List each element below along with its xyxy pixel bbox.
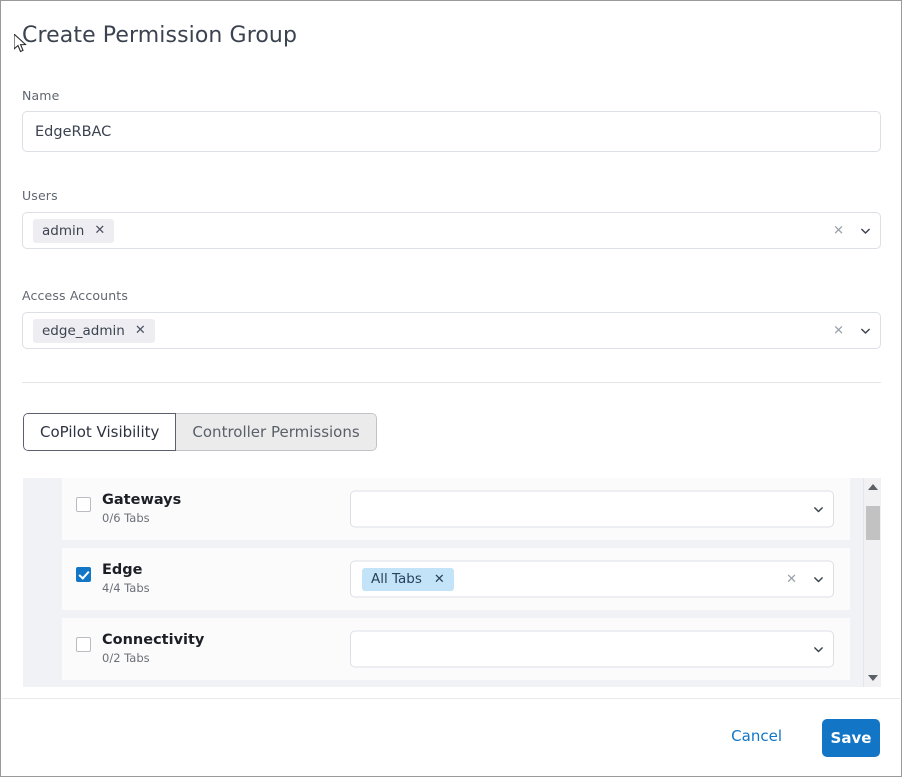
gateways-chevron-down-icon[interactable] [813, 504, 824, 515]
tab-controller-permissions[interactable]: Controller Permissions [176, 413, 376, 451]
users-select[interactable]: admin ✕ ✕ [22, 212, 881, 249]
users-select-actions: ✕ [833, 224, 871, 237]
permission-row-subtitle: 0/6 Tabs [102, 512, 181, 525]
connectivity-chevron-down-icon[interactable] [813, 644, 824, 655]
permission-row-subtitle: 4/4 Tabs [102, 582, 150, 595]
save-button[interactable]: Save [822, 719, 880, 757]
permission-row-title: Gateways [102, 493, 181, 509]
permission-row-texts: Gateways 0/6 Tabs [102, 493, 181, 525]
permission-list-panel: Gateways 0/6 Tabs Edg [23, 478, 881, 687]
scrollbar-down-arrow[interactable] [864, 669, 881, 687]
permission-row-subtitle: 0/2 Tabs [102, 652, 204, 665]
table-row[interactable]: Gateways 0/6 Tabs [62, 478, 850, 540]
user-chip[interactable]: admin ✕ [33, 219, 114, 243]
edge-tabs-chip[interactable]: All Tabs ✕ [362, 568, 454, 591]
access-accounts-label: Access Accounts [22, 288, 128, 303]
gateways-select-actions [813, 504, 824, 515]
connectivity-checkbox[interactable] [76, 637, 91, 652]
edge-tabs-chip-label: All Tabs [371, 571, 422, 587]
edge-tabs-select[interactable]: All Tabs ✕ ✕ [350, 561, 834, 598]
access-account-chip-remove-icon[interactable]: ✕ [135, 324, 146, 337]
permission-row-title: Edge [102, 563, 150, 579]
users-label: Users [22, 188, 58, 203]
permission-row-left: Gateways 0/6 Tabs [76, 493, 326, 525]
table-row[interactable]: Connectivity 0/2 Tabs [62, 618, 850, 680]
edge-checkbox[interactable] [76, 567, 91, 582]
edge-tabs-chip-remove-icon[interactable]: ✕ [434, 573, 445, 586]
access-account-chip[interactable]: edge_admin ✕ [33, 319, 155, 343]
users-chevron-down-icon[interactable] [860, 225, 871, 236]
footer-divider [2, 698, 900, 699]
gateways-tabs-select[interactable] [350, 491, 834, 528]
scrollbar-up-arrow[interactable] [864, 478, 881, 496]
name-value: EdgeRBAC [35, 124, 111, 140]
edge-select-actions: ✕ [786, 573, 824, 586]
permission-row-texts: Connectivity 0/2 Tabs [102, 633, 204, 665]
row-separator [62, 540, 850, 548]
permission-row-title: Connectivity [102, 633, 204, 649]
row-separator [62, 610, 850, 618]
access-accounts-select-actions: ✕ [833, 324, 871, 337]
permission-rows: Gateways 0/6 Tabs Edg [62, 478, 850, 680]
permission-row-texts: Edge 4/4 Tabs [102, 563, 150, 595]
tab-copilot-visibility[interactable]: CoPilot Visibility [23, 413, 176, 451]
permission-row-left: Edge 4/4 Tabs [76, 563, 326, 595]
create-permission-group-dialog: Create Permission Group Name EdgeRBAC Us… [0, 0, 902, 777]
access-accounts-select[interactable]: edge_admin ✕ ✕ [22, 312, 881, 349]
triangle-up-icon [868, 484, 878, 490]
scrollbar-thumb[interactable] [866, 506, 880, 540]
name-label: Name [22, 88, 59, 103]
access-accounts-clear-icon[interactable]: ✕ [833, 324, 844, 337]
user-chip-label: admin [42, 223, 84, 239]
permission-list-scrollbar[interactable] [863, 478, 881, 687]
edge-clear-icon[interactable]: ✕ [786, 573, 797, 586]
section-divider [22, 382, 881, 383]
users-clear-icon[interactable]: ✕ [833, 224, 844, 237]
permission-tabs: CoPilot Visibility Controller Permission… [23, 413, 377, 451]
name-input[interactable]: EdgeRBAC [22, 111, 881, 152]
connectivity-select-actions [813, 644, 824, 655]
permission-row-left: Connectivity 0/2 Tabs [76, 633, 326, 665]
access-accounts-chevron-down-icon[interactable] [860, 325, 871, 336]
access-account-chip-label: edge_admin [42, 323, 125, 339]
triangle-down-icon [868, 675, 878, 681]
table-row[interactable]: Edge 4/4 Tabs All Tabs ✕ ✕ [62, 548, 850, 610]
connectivity-tabs-select[interactable] [350, 631, 834, 668]
page-title: Create Permission Group [22, 23, 297, 48]
cancel-button[interactable]: Cancel [731, 727, 782, 745]
user-chip-remove-icon[interactable]: ✕ [94, 224, 105, 237]
edge-chevron-down-icon[interactable] [813, 574, 824, 585]
gateways-checkbox[interactable] [76, 497, 91, 512]
